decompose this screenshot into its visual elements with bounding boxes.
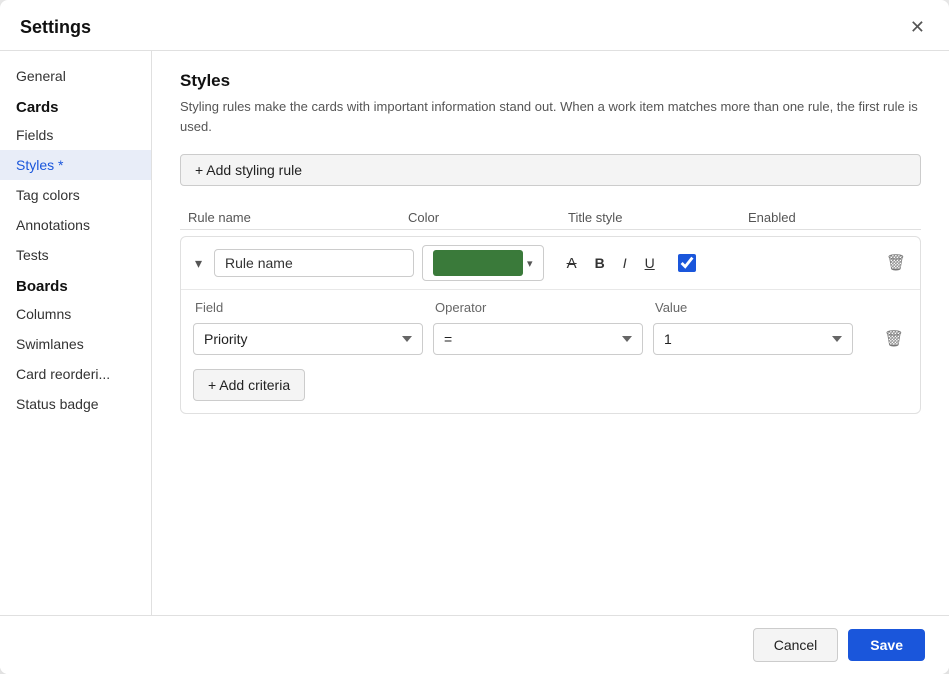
main-content: Styles Styling rules make the cards with…	[152, 51, 949, 615]
underline-button[interactable]: U	[638, 252, 662, 274]
delete-criteria-button[interactable]: 🗑	[880, 325, 908, 353]
expand-rule-button[interactable]: ▾	[191, 253, 206, 274]
col-header-title-style: Title style	[568, 210, 748, 225]
value-select[interactable]: 1 2 3 4 5	[653, 323, 853, 355]
sidebar-item-annotations[interactable]: Annotations	[0, 210, 151, 240]
rule-row-top: ▾ ▾ A B I U	[181, 237, 920, 290]
criteria-header: Field Operator Value	[193, 300, 908, 315]
rule-row: ▾ ▾ A B I U	[180, 236, 921, 414]
add-criteria-button[interactable]: + Add criteria	[193, 369, 305, 401]
enabled-checkbox[interactable]	[678, 254, 696, 272]
add-styling-rule-button[interactable]: + Add styling rule	[180, 154, 921, 186]
sidebar-section-boards: Boards	[0, 270, 151, 299]
content-description: Styling rules make the cards with import…	[180, 97, 921, 136]
col-header-rule-name: Rule name	[188, 210, 408, 225]
color-dropdown-icon: ▾	[527, 257, 533, 270]
sidebar-item-swimlanes[interactable]: Swimlanes	[0, 329, 151, 359]
rule-name-input[interactable]	[214, 249, 414, 277]
criteria-row: Priority Status Assignee Title = != > <	[193, 323, 908, 355]
sidebar-item-card-reordering[interactable]: Card reorderi...	[0, 359, 151, 389]
modal-header: Settings ✕	[0, 0, 949, 51]
sidebar-item-tests[interactable]: Tests	[0, 240, 151, 270]
sidebar-item-status-badge[interactable]: Status badge	[0, 389, 151, 419]
delete-rule-button[interactable]: 🗑	[882, 249, 910, 277]
settings-modal: Settings ✕ General Cards Fields Styles *…	[0, 0, 949, 674]
operator-select[interactable]: = != > <	[433, 323, 643, 355]
criteria-col-value: Value	[655, 300, 855, 315]
save-button[interactable]: Save	[848, 629, 925, 661]
table-header: Rule name Color Title style Enabled	[180, 206, 921, 230]
title-style-group: A B I U	[560, 252, 662, 275]
color-swatch	[433, 250, 523, 276]
italic-button[interactable]: I	[616, 252, 634, 274]
sidebar-item-general[interactable]: General	[0, 61, 151, 91]
modal-footer: Cancel Save	[0, 615, 949, 674]
col-header-actions	[848, 210, 888, 225]
sidebar: General Cards Fields Styles * Tag colors…	[0, 51, 152, 615]
strikethrough-button[interactable]: A	[560, 252, 584, 275]
criteria-col-operator: Operator	[435, 300, 655, 315]
cancel-button[interactable]: Cancel	[753, 628, 839, 662]
criteria-col-field: Field	[195, 300, 435, 315]
bold-button[interactable]: B	[588, 252, 612, 274]
sidebar-item-styles[interactable]: Styles *	[0, 150, 151, 180]
content-title: Styles	[180, 71, 921, 91]
close-button[interactable]: ✕	[906, 14, 929, 40]
col-header-enabled: Enabled	[748, 210, 848, 225]
sidebar-item-columns[interactable]: Columns	[0, 299, 151, 329]
sidebar-section-cards: Cards	[0, 91, 151, 120]
criteria-col-delete	[855, 300, 895, 315]
col-header-color: Color	[408, 210, 568, 225]
criteria-section: Field Operator Value Priority Status Ass…	[181, 290, 920, 413]
field-select[interactable]: Priority Status Assignee Title	[193, 323, 423, 355]
color-picker-button[interactable]: ▾	[422, 245, 544, 281]
sidebar-item-fields[interactable]: Fields	[0, 120, 151, 150]
sidebar-item-tag-colors[interactable]: Tag colors	[0, 180, 151, 210]
modal-title: Settings	[20, 17, 91, 38]
modal-body: General Cards Fields Styles * Tag colors…	[0, 51, 949, 615]
